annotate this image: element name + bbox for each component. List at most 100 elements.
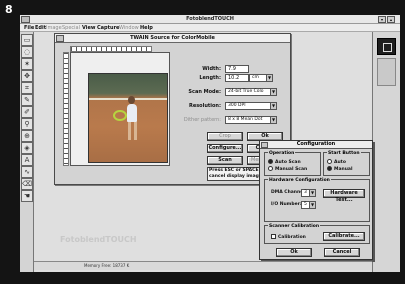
start-manual-radio[interactable]: Manual [327, 166, 353, 172]
chevron-down-icon: ▼ [270, 89, 276, 95]
zoom-tool-icon[interactable]: ⊕ [21, 130, 33, 142]
player-legs [128, 122, 137, 140]
calibration-checkbox[interactable]: Calibration [271, 234, 306, 240]
hardware-title: Hardware Configuration [268, 178, 331, 183]
radio-selected-icon [268, 159, 273, 164]
chevron-down-icon: ▼ [309, 202, 315, 208]
configuration-title: Configuration [260, 141, 372, 149]
start-auto-label: Auto [334, 160, 346, 165]
wand-tool-icon[interactable]: ✶ [21, 58, 33, 70]
text-tool-icon[interactable]: A [21, 154, 33, 166]
resolution-select[interactable]: 300 DPI ▼ [225, 102, 277, 110]
auto-scan-radio[interactable]: Auto Scan [268, 159, 301, 165]
dither-select[interactable]: 8 x 8 Mean Dot ▼ [225, 116, 277, 124]
menu-edit[interactable]: Edit [35, 25, 46, 31]
toolbox: ▭ ◌ ✶ ✥ ⌗ ✎ ✐ ⚲ ⊕ ◈ A ∿ ⌫ ☚ [20, 32, 34, 272]
move-tool-icon[interactable]: ✥ [21, 70, 33, 82]
dma-value: 3 [304, 190, 307, 195]
menu-file[interactable]: File [24, 25, 34, 31]
chevron-down-icon: ▼ [266, 75, 272, 81]
start-button-title: Start Button [327, 151, 361, 156]
twain-dialog: TWAIN Source for ColorMobile Width: 7.9 … [54, 33, 291, 185]
app-title: FotoblendTOUCH [186, 16, 234, 22]
dma-select[interactable]: 3 ▼ [301, 189, 316, 197]
hand-tool-icon[interactable]: ☚ [21, 190, 33, 202]
brush-tool-icon[interactable]: ✐ [21, 106, 33, 118]
manual-scan-radio[interactable]: Manual Scan [268, 166, 307, 172]
menu-view[interactable]: View [82, 25, 96, 31]
radio-icon [268, 166, 273, 171]
status-bar: Memory Free: 18737 K [34, 261, 372, 270]
lasso-tool-icon[interactable]: ◌ [21, 46, 33, 58]
dither-label: Dither pattern: [183, 117, 221, 123]
menu-help[interactable]: Help [140, 25, 153, 31]
manual-scan-label: Manual Scan [275, 167, 308, 172]
photo-frame: 8 FotoblendTOUCH ▾ ▴ File Edit Image Spe… [0, 0, 405, 284]
preview-area[interactable] [70, 52, 170, 166]
config-cancel-button[interactable]: Cancel [324, 248, 360, 257]
scan-mode-select[interactable]: 24-bit True Colo ▼ [225, 88, 277, 96]
marquee-tool-icon[interactable]: ▭ [21, 34, 33, 46]
background-title-text: FotoblendTOUCH [60, 235, 137, 244]
io-select[interactable]: 5 ▼ [301, 201, 316, 209]
player-body [127, 104, 137, 122]
twain-system-box[interactable] [56, 35, 64, 42]
color-swatch[interactable] [377, 38, 396, 55]
start-button-group: Start Button Auto Manual [323, 151, 370, 176]
smudge-tool-icon[interactable]: ∿ [21, 166, 33, 178]
io-value: 5 [304, 202, 307, 207]
configuration-dialog: Configuration Operation Auto Scan Manual… [259, 140, 373, 260]
maximize-button[interactable]: ▴ [387, 16, 395, 23]
eyedropper-tool-icon[interactable]: ⚲ [21, 118, 33, 130]
config-ok-button[interactable]: Ok [276, 248, 312, 257]
operation-group: Operation Auto Scan Manual Scan [264, 151, 321, 176]
menu-image[interactable]: Image [46, 25, 62, 31]
pencil-tool-icon[interactable]: ✎ [21, 94, 33, 106]
start-auto-radio[interactable]: Auto [327, 159, 346, 165]
checkbox-icon [271, 234, 276, 239]
width-field[interactable]: 7.9 [225, 65, 249, 73]
menu-capture[interactable]: Capture [97, 25, 119, 31]
scan-mode-value: 24-bit True Colo [228, 89, 264, 94]
figure-number: 8 [5, 3, 13, 16]
hardware-test-button[interactable]: Hardware Test... [323, 189, 365, 203]
menu-special[interactable]: Special [62, 25, 80, 31]
racket [113, 110, 127, 121]
start-manual-label: Manual [334, 167, 353, 172]
calibrate-button[interactable]: Calibrate... [323, 232, 365, 241]
vertical-ruler [63, 52, 69, 166]
crop-tool-icon[interactable]: ⌗ [21, 82, 33, 94]
unit-select[interactable]: cm ▼ [249, 74, 273, 82]
chevron-down-icon: ▼ [309, 190, 315, 196]
fill-tool-icon[interactable]: ◈ [21, 142, 33, 154]
right-panel [372, 32, 400, 272]
twain-dialog-title: TWAIN Source for ColorMobile [55, 34, 290, 43]
memory-status: Memory Free: 18737 K [84, 263, 130, 268]
calibration-title: Scanner Calibration [268, 224, 321, 229]
length-field[interactable]: 10.2 [225, 74, 249, 82]
auto-scan-label: Auto Scan [275, 160, 301, 165]
radio-icon [327, 159, 332, 164]
app-titlebar: FotoblendTOUCH ▾ ▴ [20, 15, 400, 24]
eraser-tool-icon[interactable]: ⌫ [21, 178, 33, 190]
chevron-down-icon: ▼ [270, 117, 276, 123]
resolution-value: 300 DPI [228, 103, 246, 108]
crop-button[interactable]: Crop [207, 132, 243, 141]
resolution-label: Resolution: [188, 103, 221, 109]
dither-value: 8 x 8 Mean Dot [228, 117, 263, 122]
chevron-down-icon: ▼ [270, 103, 276, 109]
width-label: Width: [202, 66, 221, 72]
panel-control[interactable] [377, 58, 396, 86]
minimize-button[interactable]: ▾ [378, 16, 386, 23]
calibration-group: Scanner Calibration Calibration Calibrat… [264, 224, 370, 244]
unit-value: cm [252, 75, 259, 80]
radio-selected-icon [327, 166, 332, 171]
player-head [128, 96, 135, 104]
config-system-box[interactable] [261, 142, 268, 148]
scan-button[interactable]: Scan [207, 156, 243, 165]
configure-button[interactable]: Configure... [207, 144, 243, 153]
operation-title: Operation [268, 151, 296, 156]
hardware-group: Hardware Configuration DMA Channel: 3 ▼ H… [264, 178, 370, 222]
menu-window[interactable]: Window [119, 25, 139, 31]
tennis-photo [88, 73, 168, 163]
